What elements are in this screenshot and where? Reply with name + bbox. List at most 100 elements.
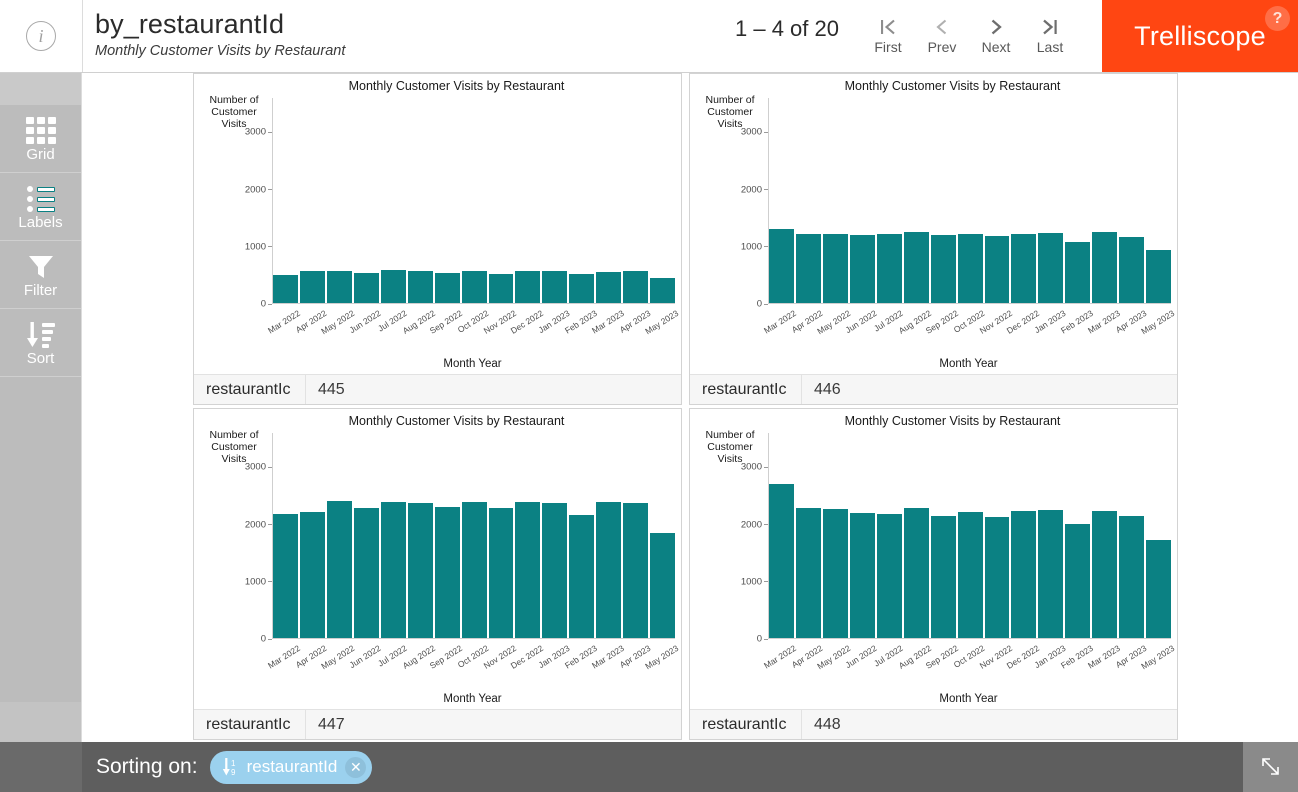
sort-descending-icon xyxy=(26,318,55,348)
y-axis-tick: 2000 xyxy=(245,184,272,195)
panel-meta-value: 446 xyxy=(814,380,841,398)
bar xyxy=(876,514,902,638)
plot-title: Monthly Customer Visits by Restaurant xyxy=(348,414,565,428)
info-button[interactable]: i xyxy=(0,0,83,72)
x-axis-tick-slot: Jun 2022 xyxy=(348,641,383,687)
bar xyxy=(849,512,875,638)
sidebar-item-labels[interactable]: Labels xyxy=(0,173,81,241)
prev-page-button[interactable]: Prev xyxy=(915,14,969,55)
x-axis-tick-slot: May 2023 xyxy=(1139,306,1176,352)
panel-meta-row: restaurantIc 447 xyxy=(194,709,681,739)
next-page-label: Next xyxy=(981,39,1011,55)
bar xyxy=(650,532,676,638)
bar xyxy=(822,234,848,303)
x-axis-tick-slot: Jun 2022 xyxy=(348,306,383,352)
bar xyxy=(957,511,983,638)
footer-left-spacer xyxy=(0,742,82,792)
bar xyxy=(984,516,1010,638)
bar xyxy=(1092,511,1118,638)
panel-display-area: Monthly Customer Visits by Restaurant Nu… xyxy=(83,73,1298,742)
plot-title: Monthly Customer Visits by Restaurant xyxy=(844,79,1061,93)
bar xyxy=(273,513,298,638)
bar xyxy=(769,228,794,303)
first-page-button[interactable]: First xyxy=(861,14,915,55)
filter-funnel-icon xyxy=(27,250,55,280)
close-icon[interactable]: ✕ xyxy=(345,756,367,778)
x-axis-tick-slot: Mar 2022 xyxy=(763,306,799,352)
bar xyxy=(1038,509,1064,638)
first-page-label: First xyxy=(874,39,902,55)
help-icon[interactable]: ? xyxy=(1265,6,1290,31)
panel[interactable]: Monthly Customer Visits by Restaurant Nu… xyxy=(689,408,1178,740)
bar xyxy=(461,270,487,303)
title-block: by_restaurantId Monthly Customer Visits … xyxy=(95,8,345,61)
x-axis-tick-slot: Mar 2022 xyxy=(267,306,303,352)
x-axis-tick-slot: Mar 2023 xyxy=(590,306,626,352)
bar xyxy=(1038,232,1064,303)
app-header: i by_restaurantId Monthly Customer Visit… xyxy=(0,0,1298,73)
panel-meta-row: restaurantIc 448 xyxy=(690,709,1177,739)
x-tick-group: Mar 2022 Apr 2022 May 2022 Jun 2022 Jul 2022… xyxy=(763,641,1176,687)
x-axis-tick-slot: Mar 2023 xyxy=(1086,641,1122,687)
bar xyxy=(273,274,298,303)
bar xyxy=(650,277,676,303)
sidebar-item-grid[interactable]: Grid xyxy=(0,105,81,173)
bar xyxy=(596,501,622,638)
bar xyxy=(569,515,595,638)
x-axis-tick-slot: Sep 2022 xyxy=(924,641,960,687)
bar xyxy=(380,269,406,303)
x-axis-tick-slot: May 2022 xyxy=(320,641,357,687)
next-page-button[interactable]: Next xyxy=(969,14,1023,55)
bar xyxy=(542,503,568,638)
bar xyxy=(1065,524,1091,638)
plot-axes: 0 1000 2000 3000 xyxy=(245,98,676,310)
bar xyxy=(299,271,325,303)
y-axis-tick: 2000 xyxy=(741,184,768,195)
sidebar-item-sort[interactable]: Sort xyxy=(0,309,81,377)
bar xyxy=(1146,540,1172,638)
bar xyxy=(849,234,875,303)
y-axis-tick: 1000 xyxy=(741,241,768,252)
bar xyxy=(1011,233,1037,303)
x-axis-line xyxy=(768,638,1171,639)
panel[interactable]: Monthly Customer Visits by Restaurant Nu… xyxy=(193,408,682,740)
panel-meta-value: 448 xyxy=(814,715,841,733)
x-tick-group: Mar 2022 Apr 2022 May 2022 Jun 2022 Jul 2022… xyxy=(763,306,1176,352)
x-axis-line xyxy=(272,638,675,639)
bar xyxy=(1146,250,1172,303)
y-axis-tick: 2000 xyxy=(741,519,768,530)
bar xyxy=(930,234,956,303)
y-axis-tick: 3000 xyxy=(741,462,768,473)
svg-text:1: 1 xyxy=(231,759,236,768)
x-axis-tick-slot: May 2023 xyxy=(1139,641,1176,687)
x-axis-line xyxy=(272,303,675,304)
y-axis-label: Number of Customer Visits xyxy=(705,429,755,465)
panel[interactable]: Monthly Customer Visits by Restaurant Nu… xyxy=(689,73,1178,405)
bar xyxy=(569,273,595,303)
x-axis-tick-slot: Jun 2022 xyxy=(844,641,879,687)
x-axis-tick-slot: Sep 2022 xyxy=(428,641,464,687)
x-axis-tick-slot: Dec 2022 xyxy=(1005,306,1041,352)
bar xyxy=(1092,231,1118,303)
pagination-count: 1 – 4 of 20 xyxy=(735,16,839,41)
bar xyxy=(461,502,487,638)
x-axis-tick-slot: Mar 2023 xyxy=(590,641,626,687)
trelliscope-brand-button[interactable]: Trelliscope ? xyxy=(1102,0,1298,72)
y-axis-tick: 3000 xyxy=(245,127,272,138)
sort-chip-restaurantid[interactable]: 1 9 restaurantId ✕ xyxy=(209,750,373,784)
info-icon: i xyxy=(26,21,56,51)
x-axis-tick-slot: May 2022 xyxy=(320,306,357,352)
sidebar-item-grid-label: Grid xyxy=(26,146,55,163)
sidebar-item-filter[interactable]: Filter xyxy=(0,241,81,309)
pagination-controls: 1 – 4 of 20 First Prev Next Last xyxy=(735,14,1077,55)
plot-title: Monthly Customer Visits by Restaurant xyxy=(348,79,565,93)
bar xyxy=(488,507,514,638)
last-page-button[interactable]: Last xyxy=(1023,14,1077,55)
y-axis-tick: 3000 xyxy=(741,127,768,138)
panel[interactable]: Monthly Customer Visits by Restaurant Nu… xyxy=(193,73,682,405)
sort-chip-label: restaurantId xyxy=(246,757,338,776)
resize-diagonal-icon[interactable] xyxy=(1243,742,1298,792)
x-axis-tick: Jun 2022 xyxy=(347,643,383,671)
panel-meta-row: restaurantIc 445 xyxy=(194,374,681,404)
panel-meta-key: restaurantIc xyxy=(194,709,306,739)
